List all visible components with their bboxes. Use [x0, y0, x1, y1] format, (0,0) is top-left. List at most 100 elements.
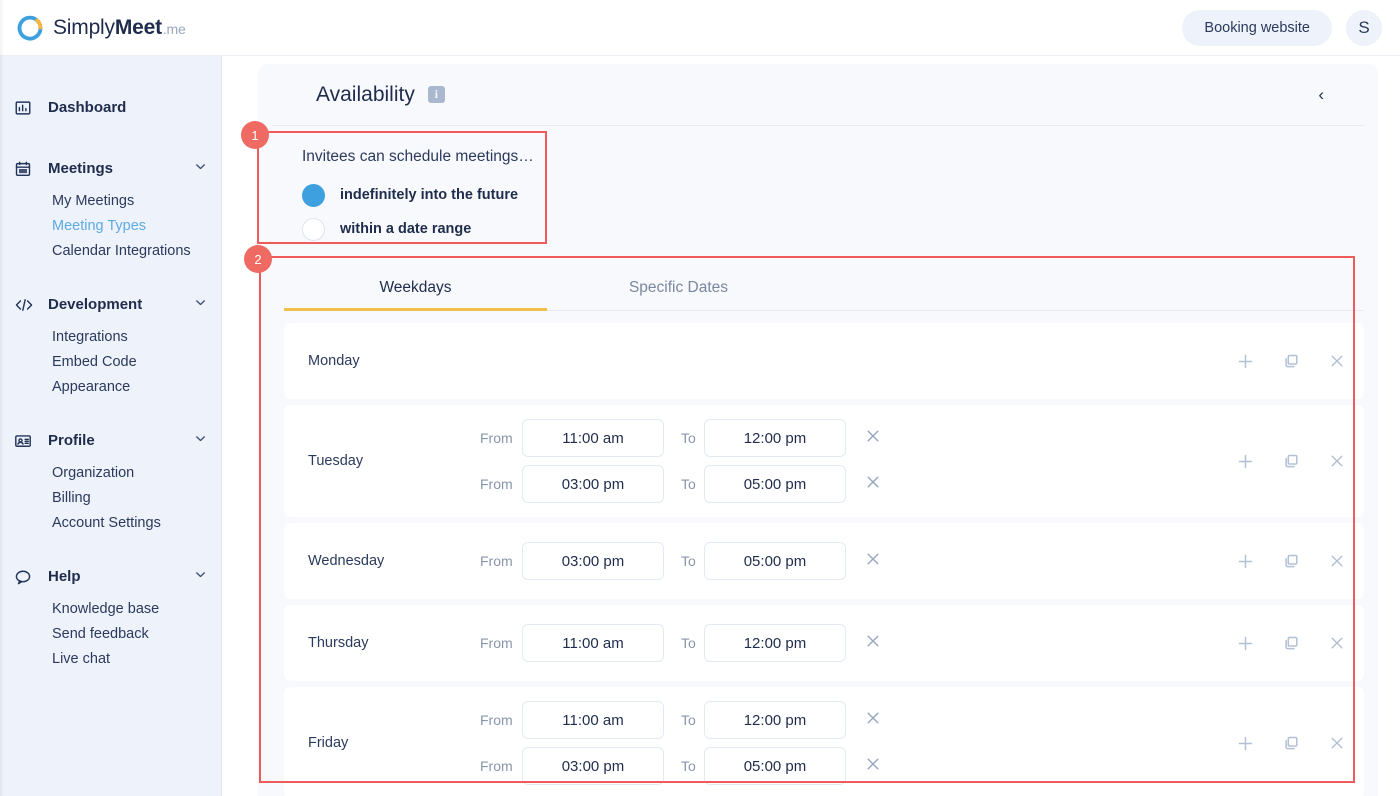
- row-actions: [1220, 352, 1346, 370]
- remove-slot-close-icon[interactable]: [858, 633, 888, 653]
- to-time-input[interactable]: 12:00 pm: [704, 701, 846, 739]
- duplicate-day-copy-icon[interactable]: [1282, 452, 1300, 470]
- clear-day-close-icon[interactable]: [1328, 352, 1346, 370]
- day-label-friday: Friday: [308, 735, 349, 751]
- tab-weekdays[interactable]: Weekdays: [284, 266, 547, 311]
- from-label: From: [480, 712, 513, 728]
- clear-day-close-icon[interactable]: [1328, 734, 1346, 752]
- add-slot-plus-icon[interactable]: [1236, 452, 1254, 470]
- sidebar-item-help[interactable]: Help: [0, 557, 221, 596]
- radio-button[interactable]: [302, 217, 325, 241]
- add-slot-plus-icon[interactable]: [1236, 352, 1254, 370]
- from-time-input[interactable]: 03:00 pm: [522, 465, 664, 503]
- sidebar-item-profile[interactable]: Profile: [0, 421, 221, 460]
- chart-bar-icon: [14, 98, 36, 118]
- remove-slot-close-icon[interactable]: [858, 756, 888, 776]
- add-slot-plus-icon[interactable]: [1236, 552, 1254, 570]
- duplicate-day-copy-icon[interactable]: [1282, 352, 1300, 370]
- remove-slot-close-icon[interactable]: [858, 710, 888, 730]
- from-time-input[interactable]: 03:00 pm: [522, 542, 664, 580]
- duplicate-day-copy-icon[interactable]: [1282, 634, 1300, 652]
- duplicate-day-copy-icon[interactable]: [1282, 552, 1300, 570]
- code-icon: [14, 295, 36, 315]
- remove-slot-close-icon[interactable]: [858, 428, 888, 448]
- sidebar-item-billing[interactable]: Billing: [0, 485, 221, 510]
- sidebar-item-meetings[interactable]: Meetings: [0, 149, 221, 188]
- card-header: Availability i ‹: [272, 64, 1364, 126]
- to-time-input[interactable]: 05:00 pm: [704, 542, 846, 580]
- radio-option-indefinitely-into-the-future[interactable]: indefinitely into the future: [302, 178, 1378, 212]
- time-slot: From 03:00 pm To 05:00 pm: [480, 465, 1220, 503]
- time-slot-list: From 11:00 am To 12:00 pm: [480, 610, 1220, 676]
- booking-website-button[interactable]: Booking website: [1182, 9, 1332, 46]
- chevron-left-icon[interactable]: ‹: [1310, 82, 1332, 107]
- clear-day-close-icon[interactable]: [1328, 634, 1346, 652]
- nav-group-dashboard: Dashboard: [0, 88, 221, 127]
- sidebar-item-development[interactable]: Development: [0, 285, 221, 324]
- from-label: From: [480, 758, 513, 774]
- sidebar-item-dashboard[interactable]: Dashboard: [0, 88, 221, 127]
- brand-logo[interactable]: Simply Meet .me: [16, 14, 186, 42]
- sidebar-item-my-meetings[interactable]: My Meetings: [0, 188, 221, 213]
- sidebar-item-label: Development: [48, 296, 143, 313]
- to-label: To: [681, 712, 696, 728]
- clear-day-close-icon[interactable]: [1328, 452, 1346, 470]
- from-label: From: [480, 476, 513, 492]
- schedule-window-title: Invitees can schedule meetings…: [302, 148, 534, 165]
- sidebar-item-knowledge-base[interactable]: Knowledge base: [0, 596, 221, 621]
- schedule-window-options: indefinitely into the future within a dat…: [302, 178, 1378, 246]
- remove-slot-close-icon[interactable]: [858, 474, 888, 494]
- from-time-input[interactable]: 11:00 am: [522, 624, 664, 662]
- brand-name-bold: Meet: [114, 15, 162, 39]
- to-time-input[interactable]: 12:00 pm: [704, 624, 846, 662]
- duplicate-day-copy-icon[interactable]: [1282, 734, 1300, 752]
- clear-day-close-icon[interactable]: [1328, 552, 1346, 570]
- from-label: From: [480, 553, 513, 569]
- sidebar-item-account-settings[interactable]: Account Settings: [0, 510, 221, 535]
- time-slot: From 11:00 am To 12:00 pm: [480, 624, 1220, 662]
- simplymeet-ring-logo-icon: [16, 14, 44, 42]
- sidebar-item-appearance[interactable]: Appearance: [0, 374, 221, 399]
- app-root: Simply Meet .me Booking website S Dashboar…: [0, 0, 1400, 796]
- remove-slot-close-icon[interactable]: [858, 551, 888, 571]
- sidebar-item-meeting-types[interactable]: Meeting Types: [0, 213, 221, 238]
- from-time-input[interactable]: 11:00 am: [522, 419, 664, 457]
- sidebar-item-label: Meetings: [48, 160, 114, 177]
- time-slot-list: From 11:00 am To 12:00 pm From 03:00 pm To 05:0…: [480, 687, 1220, 796]
- nav-group-help: Help Knowledge base Send feedback Live chat: [0, 557, 221, 671]
- radio-button[interactable]: [302, 183, 325, 207]
- from-label: From: [480, 635, 513, 651]
- chevron-down-icon[interactable]: [194, 432, 207, 450]
- sidebar-item-organization[interactable]: Organization: [0, 460, 221, 485]
- to-time-input[interactable]: 05:00 pm: [704, 465, 846, 503]
- to-label: To: [681, 553, 696, 569]
- table-row: Monday: [284, 323, 1364, 399]
- chevron-down-icon[interactable]: [194, 296, 207, 314]
- chevron-down-icon[interactable]: [194, 160, 207, 178]
- time-slot: From 03:00 pm To 05:00 pm: [480, 747, 1220, 785]
- annotation-badge-2: 2: [244, 245, 272, 273]
- sidebar-item-embed-code[interactable]: Embed Code: [0, 349, 221, 374]
- info-icon[interactable]: i: [427, 86, 445, 103]
- radio-option-within-a-date-range[interactable]: within a date range: [302, 212, 1378, 246]
- nav-group-meetings: Meetings My Meetings Meeting Types Calendar…: [0, 149, 221, 263]
- chevron-down-icon[interactable]: [194, 568, 207, 586]
- sidebar-item-integrations[interactable]: Integrations: [0, 324, 221, 349]
- avatar[interactable]: S: [1346, 9, 1382, 46]
- page-title: Availability: [316, 82, 415, 106]
- to-time-input[interactable]: 05:00 pm: [704, 747, 846, 785]
- sidebar-item-live-chat[interactable]: Live chat: [0, 646, 221, 671]
- tab-specific-dates[interactable]: Specific Dates: [547, 266, 810, 311]
- add-slot-plus-icon[interactable]: [1236, 734, 1254, 752]
- from-time-input[interactable]: 03:00 pm: [522, 747, 664, 785]
- to-time-input[interactable]: 12:00 pm: [704, 419, 846, 457]
- from-time-input[interactable]: 11:00 am: [522, 701, 664, 739]
- add-slot-plus-icon[interactable]: [1236, 634, 1254, 652]
- sidebar-item-calendar-integrations[interactable]: Calendar Integrations: [0, 238, 221, 263]
- sidebar-item-send-feedback[interactable]: Send feedback: [0, 621, 221, 646]
- day-label-thursday: Thursday: [308, 635, 369, 651]
